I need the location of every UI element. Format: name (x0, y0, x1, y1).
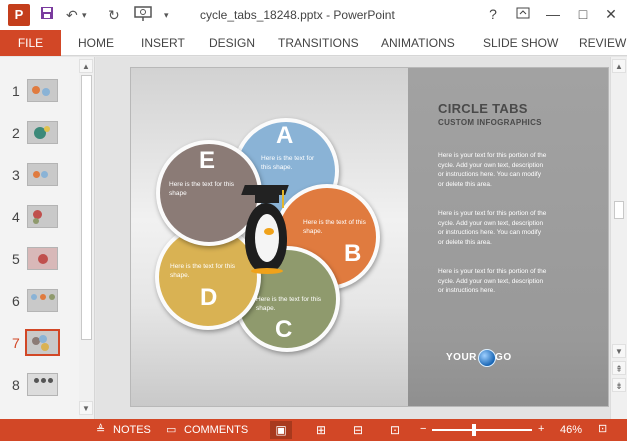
zoom-in-icon[interactable]: + (538, 422, 544, 436)
tab-design[interactable]: DESIGN (209, 30, 255, 56)
text-panel: CIRCLE TABS CUSTOM INFOGRAPHICS Here is … (408, 68, 608, 406)
thumbnail-image[interactable] (27, 163, 58, 186)
tab-animations[interactable]: ANIMATIONS (381, 30, 455, 56)
circle-a-letter: A (276, 122, 294, 149)
penguin-beak (264, 228, 274, 235)
thumbnail-image[interactable] (27, 205, 58, 228)
maximize-button[interactable]: □ (572, 5, 594, 23)
thumbnail-6[interactable]: 6 (0, 287, 80, 323)
slide-thumbnail-pane: 1 2 3 4 5 6 7 8 ▲ ▼ (0, 57, 95, 419)
cap-tassel (282, 190, 284, 208)
thumbnail-5[interactable]: 5 (0, 245, 80, 281)
minimize-button[interactable]: — (542, 5, 564, 23)
tab-transitions[interactable]: TRANSITIONS (278, 30, 359, 56)
window-title: cycle_tabs_18248.pptx - PowerPoint (200, 8, 395, 22)
scroll-up-icon[interactable]: ▲ (612, 59, 626, 73)
circle-e-text[interactable]: Here is the text for this shape (169, 180, 239, 198)
thumbnail-number: 3 (12, 167, 20, 183)
circle-a-text[interactable]: Here is the text for this shape. (261, 154, 323, 172)
tab-slide-show[interactable]: SLIDE SHOW (483, 30, 558, 56)
notes-button[interactable]: NOTES (113, 423, 151, 437)
notes-icon[interactable]: ≜ (96, 423, 105, 437)
zoom-out-icon[interactable]: − (420, 422, 426, 436)
tab-home[interactable]: HOME (78, 30, 114, 56)
thumbnail-number: 2 (12, 125, 20, 141)
scrollbar-thumb[interactable] (81, 75, 92, 340)
thumbnail-image[interactable] (27, 373, 58, 396)
undo-dropdown-icon[interactable]: ▾ (82, 6, 87, 24)
thumbnail-1[interactable]: 1 (0, 77, 80, 113)
slide-show-icon[interactable]: ⊡ (384, 421, 406, 439)
reading-view-icon[interactable]: ⊟ (347, 421, 369, 439)
customize-toolbar-icon[interactable]: ▾ (164, 6, 169, 24)
thumbnail-2[interactable]: 2 (0, 119, 80, 155)
thumbnail-image[interactable] (27, 247, 58, 270)
circle-e-letter: E (199, 147, 216, 174)
tab-file[interactable]: FILE (0, 30, 61, 56)
thumbnail-scrollbar[interactable]: ▲ ▼ (79, 57, 94, 419)
undo-icon[interactable]: ↶ (66, 6, 78, 24)
circle-b-letter: B (344, 240, 362, 267)
slide-title[interactable]: CIRCLE TABS (438, 101, 528, 116)
zoom-level[interactable]: 46% (560, 423, 582, 437)
penguin-feet (251, 268, 283, 274)
thumbnail-number: 4 (12, 209, 20, 225)
present-from-start-icon[interactable] (134, 6, 152, 26)
next-slide-icon[interactable]: ⇟ (612, 378, 626, 392)
scroll-down-icon[interactable]: ▼ (612, 344, 626, 358)
previous-slide-icon[interactable]: ⇞ (612, 361, 626, 375)
thumbnail-image-selected[interactable] (25, 329, 60, 356)
help-button[interactable]: ? (482, 5, 504, 23)
thumbnail-image[interactable] (27, 79, 58, 102)
comments-button[interactable]: COMMENTS (184, 423, 248, 437)
zoom-slider[interactable] (432, 429, 532, 431)
normal-view-icon[interactable]: ▣ (270, 421, 292, 439)
comments-icon[interactable]: ▭ (166, 423, 176, 437)
title-bar: P ↶ ▾ ↻ ▾ cycle_tabs_18248.pptx - PowerP… (0, 0, 627, 30)
slide-vertical-scrollbar[interactable]: ▲ ▼ ⇞ ⇟ (610, 57, 627, 419)
status-bar: ≜ NOTES ▭ COMMENTS ▣ ⊞ ⊟ ⊡ − + 46% ⊡ (0, 419, 627, 441)
circle-c-letter: C (275, 316, 293, 343)
thumbnail-number: 1 (12, 83, 20, 99)
tab-insert[interactable]: INSERT (141, 30, 185, 56)
redo-icon[interactable]: ↻ (108, 6, 120, 24)
scroll-down-icon[interactable]: ▼ (79, 401, 93, 415)
circle-c-text[interactable]: Here is the text for this shape. (256, 295, 326, 313)
thumbnail-number: 6 (12, 293, 20, 309)
slide-subtitle[interactable]: CUSTOM INFOGRAPHICS (438, 118, 542, 127)
fit-slide-icon[interactable]: ⊡ (598, 422, 607, 436)
circle-b-text[interactable]: Here is the text of this shape. (303, 218, 369, 236)
close-button[interactable]: ✕ (600, 5, 622, 23)
body-paragraph[interactable]: Here is your text for this portion of th… (438, 151, 548, 189)
ribbon-tabs: FILE HOME INSERT DESIGN TRANSITIONS ANIM… (0, 30, 627, 56)
slide-sorter-icon[interactable]: ⊞ (310, 421, 332, 439)
scroll-up-icon[interactable]: ▲ (79, 59, 93, 73)
thumbnail-3[interactable]: 3 (0, 161, 80, 197)
tab-review[interactable]: REVIEW (579, 30, 626, 56)
slide-canvas[interactable]: CIRCLE TABS CUSTOM INFOGRAPHICS Here is … (130, 67, 609, 407)
scrollbar-thumb[interactable] (614, 201, 624, 219)
body-paragraph[interactable]: Here is your text for this portion of th… (438, 209, 548, 247)
zoom-slider-thumb[interactable] (472, 424, 476, 436)
thumbnail-number: 7 (12, 335, 20, 351)
circle-d-letter: D (200, 284, 218, 311)
body-paragraph[interactable]: Here is your text for this portion of th… (438, 267, 548, 296)
thumbnail-image[interactable] (27, 289, 58, 312)
save-icon[interactable] (40, 6, 54, 24)
ribbon-display-options-icon[interactable] (512, 5, 534, 23)
penguin-belly (255, 214, 279, 262)
thumbnail-7[interactable]: 7 (0, 329, 80, 365)
thumbnail-number: 5 (12, 251, 20, 267)
circle-d-text[interactable]: Here is the text for this shape. (170, 262, 252, 280)
thumbnail-image[interactable] (27, 121, 58, 144)
thumbnail-4[interactable]: 4 (0, 203, 80, 239)
thumbnail-8[interactable]: 8 (0, 371, 80, 407)
globe-icon (478, 349, 496, 367)
thumbnail-number: 8 (12, 377, 20, 393)
powerpoint-icon: P (8, 4, 30, 26)
